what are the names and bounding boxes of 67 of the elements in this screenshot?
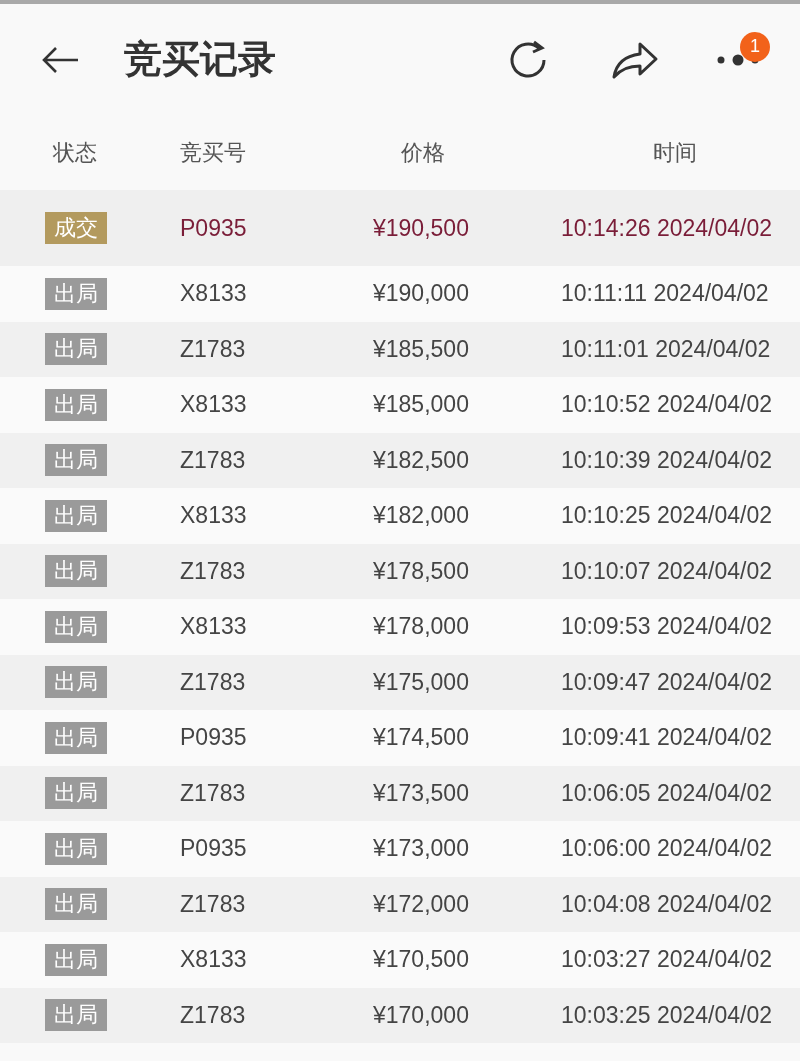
status-tag: 出局 (45, 444, 107, 477)
table-cell-text: X8133 (180, 946, 248, 974)
table-cell-text: Z1783 (180, 890, 247, 918)
table-cell-text: Z1783 (180, 779, 247, 807)
table-cell-text: 10:09:47 2024/04/02 (561, 668, 774, 696)
table-cell-text: ¥190,000 (373, 280, 470, 308)
column-header: 状态 (53, 138, 97, 167)
table-cell-text: Z1783 (180, 557, 247, 585)
table-cell-text: X8133 (180, 613, 248, 641)
table-cell-text: ¥172,000 (373, 890, 470, 918)
table-cell-text: 10:06:05 2024/04/02 (561, 779, 774, 807)
table-cell-text: 10:10:25 2024/04/02 (561, 502, 774, 530)
table-cell-text: 10:09:53 2024/04/02 (561, 613, 774, 641)
table-cell-text: 10:11:11 2024/04/02 (561, 280, 770, 308)
table-cell-text: ¥178,000 (373, 613, 470, 641)
table-cell-text: 10:10:52 2024/04/02 (561, 391, 774, 419)
notification-badge: 1 (740, 31, 770, 62)
status-tag: 出局 (45, 333, 107, 366)
table-cell-text: ¥182,500 (373, 446, 470, 474)
column-header: 价格 (401, 138, 445, 167)
table-cell-text: ¥174,500 (373, 724, 470, 752)
table-cell-text: 10:11:01 2024/04/02 (561, 335, 772, 363)
status-tag: 出局 (45, 832, 107, 865)
table-cell-text: 10:06:00 2024/04/02 (561, 835, 774, 863)
table-cell-text: ¥170,000 (373, 1001, 470, 1029)
table-cell-text: ¥173,000 (373, 835, 470, 863)
table-cell-text: X8133 (180, 280, 248, 308)
status-tag: 出局 (45, 943, 107, 976)
table-cell-text: 10:03:25 2024/04/02 (561, 1001, 774, 1029)
page-title: 竞买记录 (124, 37, 277, 82)
status-tag: 出局 (45, 610, 107, 643)
table-cell-text: 10:10:39 2024/04/02 (561, 446, 774, 474)
table-cell-text: Z1783 (180, 446, 247, 474)
status-tag: 出局 (45, 555, 107, 588)
status-tag: 出局 (45, 666, 107, 699)
table-cell-text: ¥178,500 (373, 557, 470, 585)
table-cell-text: P0935 (180, 835, 248, 863)
table-cell-text: X8133 (180, 391, 248, 419)
column-header: 竞买号 (180, 138, 246, 167)
status-tag: 出局 (45, 888, 107, 921)
status-tag: 出局 (45, 277, 107, 310)
status-tag: 出局 (45, 999, 107, 1032)
table-cell-text: ¥173,500 (373, 779, 470, 807)
table-cell-text: ¥185,500 (373, 335, 470, 363)
table-cell-text: P0935 (180, 214, 248, 242)
table-cell-text: ¥175,000 (373, 668, 470, 696)
table-cell-text: ¥182,000 (373, 502, 470, 530)
column-header: 时间 (653, 138, 697, 167)
back-icon[interactable] (40, 44, 80, 75)
status-tag: 出局 (45, 388, 107, 421)
status-tag: 出局 (45, 721, 107, 754)
table-cell-text: 10:04:08 2024/04/02 (561, 890, 774, 918)
table-cell-text: P0935 (180, 724, 248, 752)
table-cell-text: Z1783 (180, 1001, 247, 1029)
table-cell-text: ¥190,500 (373, 214, 470, 242)
table-cell-text: Z1783 (180, 335, 247, 363)
table-cell-text: ¥185,000 (373, 391, 470, 419)
table-cell-text: 10:10:07 2024/04/02 (561, 557, 774, 585)
table-cell-text: ¥170,500 (373, 946, 470, 974)
table-cell-text: 10:09:41 2024/04/02 (561, 724, 774, 752)
table-cell-text: 10:03:27 2024/04/02 (561, 946, 774, 974)
status-tag: 出局 (45, 499, 107, 532)
table-cell-text: 10:14:26 2024/04/02 (561, 214, 774, 242)
status-tag: 成交 (45, 212, 107, 244)
table-cell-text: X8133 (180, 502, 248, 530)
status-tag: 出局 (45, 777, 107, 810)
table-cell-text: Z1783 (180, 668, 247, 696)
